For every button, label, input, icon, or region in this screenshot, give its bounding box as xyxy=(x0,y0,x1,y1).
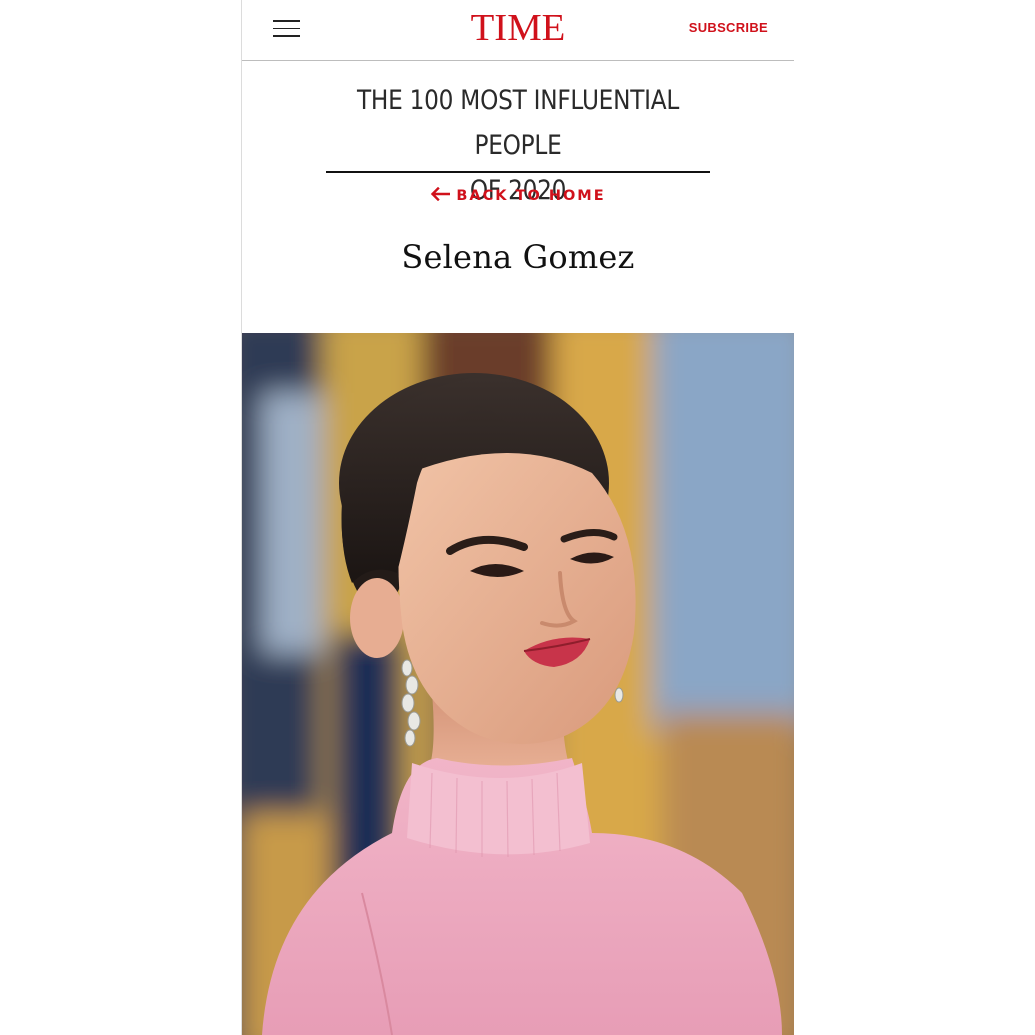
page: TIME SUBSCRIBE THE 100 MOST INFLUENTIAL … xyxy=(0,0,1035,1035)
back-to-home-link[interactable]: BACK TO HOME xyxy=(242,186,794,204)
section-title-line-1: THE 100 MOST INFLUENTIAL PEOPLE xyxy=(356,85,680,161)
portrait-photo xyxy=(242,333,794,1035)
arrow-left-icon xyxy=(430,186,451,202)
title-divider xyxy=(326,171,710,173)
back-to-home-label: BACK TO HOME xyxy=(456,188,606,204)
site-header: TIME SUBSCRIBE xyxy=(242,0,794,61)
person-name: Selena Gomez xyxy=(401,238,635,276)
subscribe-link[interactable]: SUBSCRIBE xyxy=(689,20,768,35)
mobile-viewport: TIME SUBSCRIBE THE 100 MOST INFLUENTIAL … xyxy=(241,0,794,1035)
